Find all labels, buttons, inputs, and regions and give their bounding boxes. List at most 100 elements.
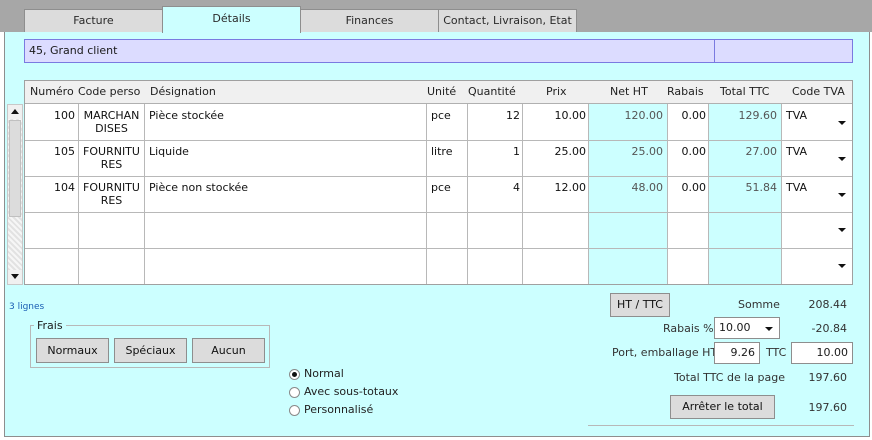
radio-button[interactable] xyxy=(289,387,300,398)
grid-line xyxy=(667,104,668,284)
radio-button[interactable] xyxy=(289,405,300,416)
column-header-code-perso[interactable]: Code perso xyxy=(78,85,140,98)
port-ht-input[interactable]: 9.26 xyxy=(714,342,760,364)
grid-line xyxy=(25,212,852,213)
table-scrollbar[interactable] xyxy=(7,104,23,285)
frais-legend: Frais xyxy=(34,319,66,332)
ht-ttc-toggle-button[interactable]: HT / TTC xyxy=(610,293,670,317)
cell-total-ttc: 51.84 xyxy=(745,181,778,194)
totals-separator xyxy=(588,425,854,426)
rabais-percent-value: 10.00 xyxy=(719,321,751,334)
arrow-down-icon xyxy=(11,274,19,279)
grid-line xyxy=(78,104,79,284)
cell-quantite[interactable]: 4 xyxy=(469,181,520,194)
port-ht-value: 9.26 xyxy=(730,346,756,359)
frais-speciaux-button[interactable]: Spéciaux xyxy=(114,338,187,363)
grid-line xyxy=(25,248,852,249)
cell-unite[interactable]: litre xyxy=(431,145,452,158)
cell-rabais[interactable]: 0.00 xyxy=(668,109,707,122)
cell-quantite[interactable]: 1 xyxy=(469,145,520,158)
column-header-rabais[interactable]: Rabais xyxy=(667,85,704,98)
net-ht-column-bg xyxy=(589,104,667,284)
radio-label: Personnalisé xyxy=(304,403,374,416)
cell-total-ttc: 27.00 xyxy=(745,145,778,158)
cell-numero[interactable]: 104 xyxy=(30,181,75,194)
grid-line xyxy=(426,104,427,284)
tab-contact-livraison-etat[interactable]: Contact, Livraison, Etat xyxy=(438,9,577,32)
somme-label: Somme xyxy=(738,298,780,311)
column-header-total-ttc[interactable]: Total TTC xyxy=(720,85,769,98)
column-header-prix[interactable]: Prix xyxy=(546,85,567,98)
chevron-down-icon[interactable] xyxy=(838,228,846,232)
cell-prix[interactable]: 10.00 xyxy=(523,109,587,122)
cell-code-perso[interactable]: FOURNITU RES xyxy=(80,145,143,171)
tab-details[interactable]: Détails xyxy=(162,6,301,33)
cell-code-perso[interactable]: FOURNITU RES xyxy=(80,181,143,207)
cell-designation[interactable]: Pièce non stockée xyxy=(149,181,248,194)
client-field[interactable]: 45, Grand client xyxy=(24,39,853,63)
somme-value: 208.44 xyxy=(808,298,848,311)
cell-unite[interactable]: pce xyxy=(431,109,451,122)
column-header-quantite[interactable]: Quantité xyxy=(468,85,516,98)
tab-facture[interactable]: Facture xyxy=(24,9,163,32)
stop-total-button[interactable]: Arrêter le total xyxy=(670,395,775,419)
frais-normaux-button[interactable]: Normaux xyxy=(36,338,109,363)
grid-line xyxy=(467,104,468,284)
cell-code-tva[interactable]: TVA xyxy=(786,145,807,158)
port-emballage-label: Port, emballage HT xyxy=(612,346,718,359)
column-header-numero[interactable]: Numéro xyxy=(30,85,74,98)
line-count: 3 lignes xyxy=(9,302,45,312)
grid-line xyxy=(522,104,523,284)
arrow-up-icon xyxy=(11,109,19,114)
cell-net-ht: 48.00 xyxy=(631,181,664,194)
chevron-down-icon[interactable] xyxy=(765,327,773,331)
cell-rabais[interactable]: 0.00 xyxy=(668,181,707,194)
port-ttc-input[interactable]: 10.00 xyxy=(791,342,853,364)
cell-code-perso-part: MARCHAN xyxy=(83,109,140,122)
rabais-percent-label: Rabais % xyxy=(663,322,714,335)
cell-net-ht: 120.00 xyxy=(624,109,664,122)
cell-code-tva[interactable]: TVA xyxy=(786,181,807,194)
chevron-down-icon[interactable] xyxy=(838,193,846,197)
cell-code-perso[interactable]: MARCHAN DISES xyxy=(80,109,143,135)
scroll-thumb[interactable] xyxy=(9,120,21,217)
scroll-down-button[interactable] xyxy=(8,270,22,284)
client-name: 45, Grand client xyxy=(29,44,118,57)
cell-designation[interactable]: Pièce stockée xyxy=(149,109,224,122)
grid-line xyxy=(25,140,852,141)
cell-quantite[interactable]: 12 xyxy=(469,109,520,122)
cell-code-tva[interactable]: TVA xyxy=(786,109,807,122)
column-header-designation[interactable]: Désignation xyxy=(150,85,216,98)
cell-code-perso-part: DISES xyxy=(95,122,128,135)
invoice-lines-table: Numéro Code perso Désignation Unité Quan… xyxy=(24,80,853,285)
cell-code-perso-part: FOURNITU xyxy=(83,145,140,158)
cell-numero[interactable]: 100 xyxy=(30,109,75,122)
chevron-down-icon[interactable] xyxy=(838,121,846,125)
cell-numero[interactable]: 105 xyxy=(30,145,75,158)
chevron-down-icon[interactable] xyxy=(838,264,846,268)
cell-prix[interactable]: 25.00 xyxy=(523,145,587,158)
cell-rabais[interactable]: 0.00 xyxy=(668,145,707,158)
column-header-code-tva[interactable]: Code TVA xyxy=(792,85,845,98)
frais-aucun-button[interactable]: Aucun xyxy=(192,338,265,363)
cell-unite[interactable]: pce xyxy=(431,181,451,194)
column-header-unite[interactable]: Unité xyxy=(427,85,456,98)
port-ttc-label: TTC xyxy=(766,346,787,359)
total-page-label: Total TTC de la page xyxy=(674,371,785,384)
cell-designation[interactable]: Liquide xyxy=(149,145,189,158)
rabais-percent-select[interactable]: 10.00 xyxy=(714,317,780,339)
total-ttc-column-bg xyxy=(709,104,781,284)
tab-finances[interactable]: Finances xyxy=(300,9,439,32)
chevron-down-icon[interactable] xyxy=(838,157,846,161)
table-header: Numéro Code perso Désignation Unité Quan… xyxy=(25,81,852,104)
radio-label: Avec sous-totaux xyxy=(304,385,399,398)
grid-line xyxy=(781,104,782,284)
radio-button[interactable] xyxy=(289,369,300,380)
stop-total-value: 197.60 xyxy=(808,401,848,414)
grid-line xyxy=(144,104,145,284)
cell-prix[interactable]: 12.00 xyxy=(523,181,587,194)
column-header-net-ht[interactable]: Net HT xyxy=(610,85,648,98)
scroll-up-button[interactable] xyxy=(8,105,22,119)
grid-line xyxy=(25,176,852,177)
cell-net-ht: 25.00 xyxy=(631,145,664,158)
